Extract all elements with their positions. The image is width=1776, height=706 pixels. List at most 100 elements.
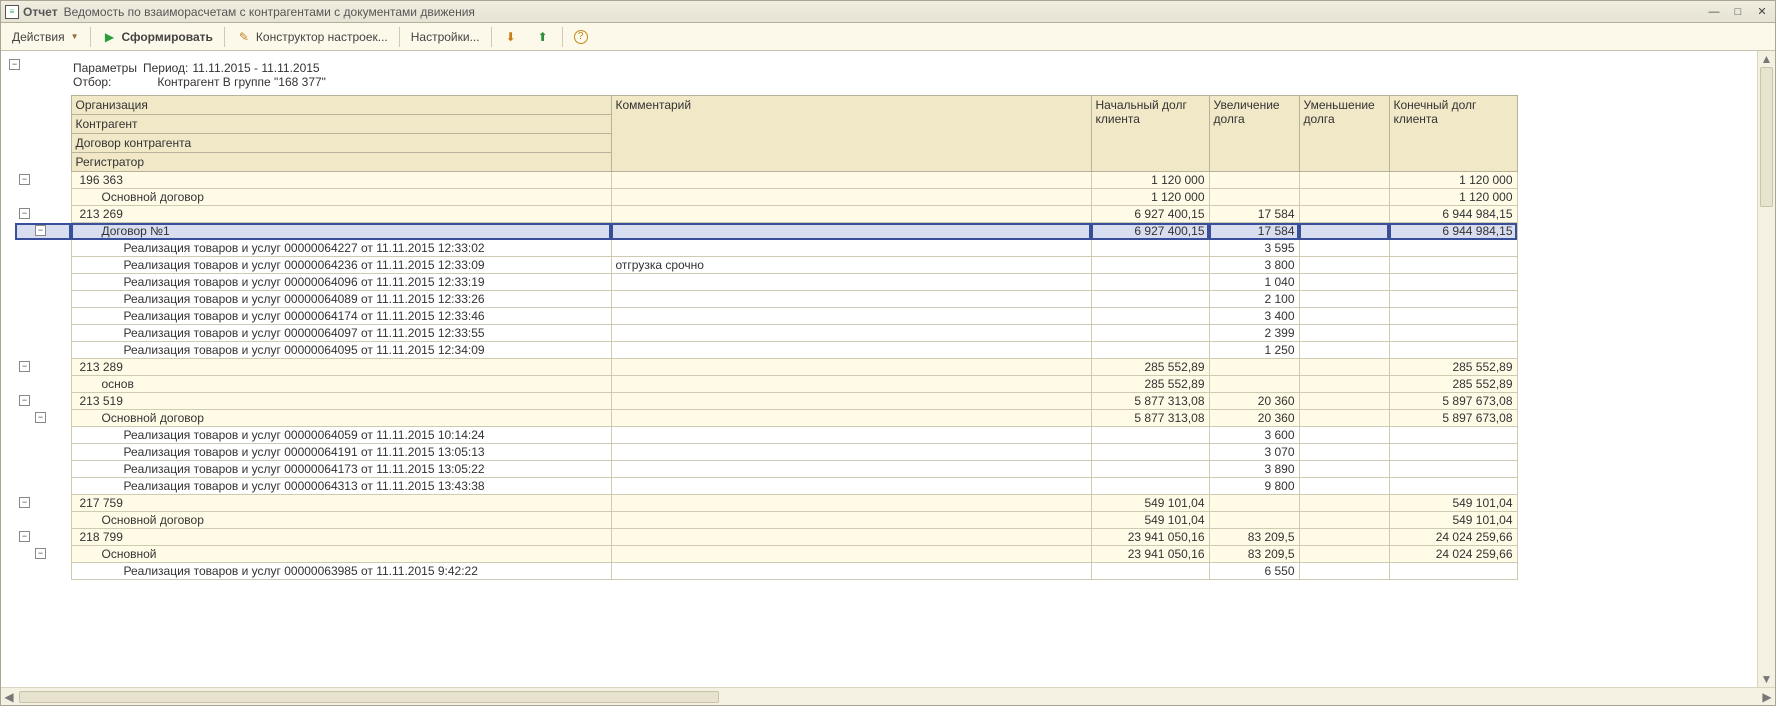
close-button[interactable]: ✕ bbox=[1753, 5, 1771, 19]
scroll-down-icon[interactable]: ▼ bbox=[1759, 671, 1775, 687]
table-row[interactable]: Реализация товаров и услуг 00000064097 о… bbox=[15, 325, 1517, 342]
table-row[interactable]: −196 3631 120 0001 120 000 bbox=[15, 172, 1517, 189]
table-row[interactable]: Реализация товаров и услуг 00000064089 о… bbox=[15, 291, 1517, 308]
row-comment bbox=[611, 393, 1091, 410]
table-row[interactable]: Реализация товаров и услуг 00000064174 о… bbox=[15, 308, 1517, 325]
collapse-toggle[interactable]: − bbox=[19, 531, 30, 542]
row-c1 bbox=[1091, 342, 1209, 359]
col-start-debt: Начальный долг клиента bbox=[1091, 96, 1209, 172]
col-decrease: Уменьшение долга bbox=[1299, 96, 1389, 172]
row-c3 bbox=[1299, 410, 1389, 427]
collapse-toggle[interactable]: − bbox=[35, 412, 46, 423]
period-value: 11.11.2015 - 11.11.2015 bbox=[192, 61, 319, 75]
row-c4 bbox=[1389, 291, 1517, 308]
row-c3 bbox=[1299, 376, 1389, 393]
maximize-button[interactable]: □ bbox=[1729, 5, 1747, 19]
row-c1: 5 877 313,08 bbox=[1091, 393, 1209, 410]
tree-cell: − bbox=[15, 495, 71, 512]
row-c3 bbox=[1299, 359, 1389, 376]
report-parameters: Параметры Период: 11.11.2015 - 11.11.201… bbox=[73, 61, 1757, 89]
row-c1 bbox=[1091, 444, 1209, 461]
tree-cell: − bbox=[15, 546, 71, 563]
table-row[interactable]: −213 2696 927 400,1517 5846 944 984,15 bbox=[15, 206, 1517, 223]
collapse-toggle[interactable]: − bbox=[19, 361, 30, 372]
table-row[interactable]: Реализация товаров и услуг 00000064059 о… bbox=[15, 427, 1517, 444]
row-c3 bbox=[1299, 478, 1389, 495]
actions-menu[interactable]: Действия ▼ bbox=[5, 27, 86, 47]
row-c4: 1 120 000 bbox=[1389, 189, 1517, 206]
scroll-thumb[interactable] bbox=[19, 691, 719, 703]
row-c2: 83 209,5 bbox=[1209, 529, 1299, 546]
vertical-scrollbar[interactable]: ▲ ▼ bbox=[1757, 51, 1775, 687]
row-comment bbox=[611, 495, 1091, 512]
tree-cell bbox=[15, 291, 71, 308]
col-end-debt: Конечный долг клиента bbox=[1389, 96, 1517, 172]
table-row[interactable]: −217 759549 101,04549 101,04 bbox=[15, 495, 1517, 512]
collapse-toggle[interactable]: − bbox=[19, 208, 30, 219]
collapse-toggle[interactable]: − bbox=[35, 225, 46, 236]
tree-cell bbox=[15, 342, 71, 359]
tree-cell bbox=[15, 257, 71, 274]
table-row[interactable]: −213 289285 552,89285 552,89 bbox=[15, 359, 1517, 376]
separator bbox=[399, 27, 400, 47]
header-row: Организация Комментарий Начальный долг к… bbox=[15, 96, 1517, 115]
constructor-button[interactable]: ✎ Конструктор настроек... bbox=[229, 26, 395, 48]
run-button[interactable]: ▶ Сформировать bbox=[95, 26, 220, 48]
constructor-label: Конструктор настроек... bbox=[256, 30, 388, 44]
table-row[interactable]: основ285 552,89285 552,89 bbox=[15, 376, 1517, 393]
scroll-track[interactable] bbox=[17, 690, 1759, 704]
table-row[interactable]: −Основной договор5 877 313,0820 3605 897… bbox=[15, 410, 1517, 427]
row-c2: 2 399 bbox=[1209, 325, 1299, 342]
period-label: Период: bbox=[143, 61, 188, 75]
row-comment bbox=[611, 240, 1091, 257]
row-c2: 83 209,5 bbox=[1209, 546, 1299, 563]
table-row[interactable]: Основной договор549 101,04549 101,04 bbox=[15, 512, 1517, 529]
table-row[interactable]: Реализация товаров и услуг 00000064191 о… bbox=[15, 444, 1517, 461]
settings-button[interactable]: Настройки... bbox=[404, 27, 487, 47]
collapse-all-toggle[interactable]: − bbox=[9, 59, 20, 70]
row-name: Основной договор bbox=[71, 512, 611, 529]
row-name: Основной bbox=[71, 546, 611, 563]
row-name: Реализация товаров и услуг 00000064191 о… bbox=[71, 444, 611, 461]
collapse-toggle[interactable]: − bbox=[19, 395, 30, 406]
table-row[interactable]: Реализация товаров и услуг 00000063985 о… bbox=[15, 563, 1517, 580]
table-row[interactable]: − Основной 23 941 050,1683 209,5 24 024 259… bbox=[15, 546, 1517, 563]
scroll-left-icon[interactable]: ◀ bbox=[1, 689, 17, 705]
table-row[interactable]: Реализация товаров и услуг 00000064173 о… bbox=[15, 461, 1517, 478]
load-settings-button[interactable]: ⬆ bbox=[528, 26, 558, 48]
row-name: Реализация товаров и услуг 00000064236 о… bbox=[71, 257, 611, 274]
row-comment bbox=[611, 274, 1091, 291]
horizontal-scrollbar[interactable]: ◀ ▶ bbox=[1, 687, 1775, 705]
save-settings-button[interactable]: ⬇ bbox=[496, 26, 526, 48]
table-row[interactable]: Реализация товаров и услуг 00000064096 о… bbox=[15, 274, 1517, 291]
row-c1 bbox=[1091, 274, 1209, 291]
row-c4: 24 024 259,66 bbox=[1389, 546, 1517, 563]
table-row[interactable]: Основной договор1 120 0001 120 000 bbox=[15, 189, 1517, 206]
tree-cell bbox=[15, 563, 71, 580]
scroll-thumb[interactable] bbox=[1760, 67, 1773, 207]
row-c4 bbox=[1389, 563, 1517, 580]
window-prefix: Отчет bbox=[23, 5, 58, 19]
table-row[interactable]: Реализация товаров и услуг 00000064236 о… bbox=[15, 257, 1517, 274]
scroll-up-icon[interactable]: ▲ bbox=[1759, 51, 1775, 67]
collapse-toggle[interactable]: − bbox=[35, 548, 46, 559]
table-row[interactable]: Реализация товаров и услуг 00000064095 о… bbox=[15, 342, 1517, 359]
row-comment bbox=[611, 444, 1091, 461]
table-row[interactable]: −Договор №16 927 400,1517 5846 944 984,1… bbox=[15, 223, 1517, 240]
collapse-toggle[interactable]: − bbox=[19, 174, 30, 185]
scroll-right-icon[interactable]: ▶ bbox=[1759, 689, 1775, 705]
scroll-track[interactable] bbox=[1758, 67, 1775, 671]
table-row[interactable]: Реализация товаров и услуг 00000064313 о… bbox=[15, 478, 1517, 495]
row-c1: 23 941 050,16 bbox=[1091, 546, 1209, 563]
table-row[interactable]: Реализация товаров и услуг 00000064227 о… bbox=[15, 240, 1517, 257]
table-row[interactable]: −213 5195 877 313,0820 3605 897 673,08 bbox=[15, 393, 1517, 410]
row-c4: 5 897 673,08 bbox=[1389, 410, 1517, 427]
row-c3 bbox=[1299, 257, 1389, 274]
minimize-button[interactable]: — bbox=[1705, 5, 1723, 19]
help-button[interactable]: ? bbox=[567, 27, 595, 47]
tree-cell bbox=[15, 461, 71, 478]
row-c2 bbox=[1209, 376, 1299, 393]
collapse-toggle[interactable]: − bbox=[19, 497, 30, 508]
table-row[interactable]: −218 79923 941 050,1683 209,524 024 259,… bbox=[15, 529, 1517, 546]
row-c2: 17 584 bbox=[1209, 223, 1299, 240]
